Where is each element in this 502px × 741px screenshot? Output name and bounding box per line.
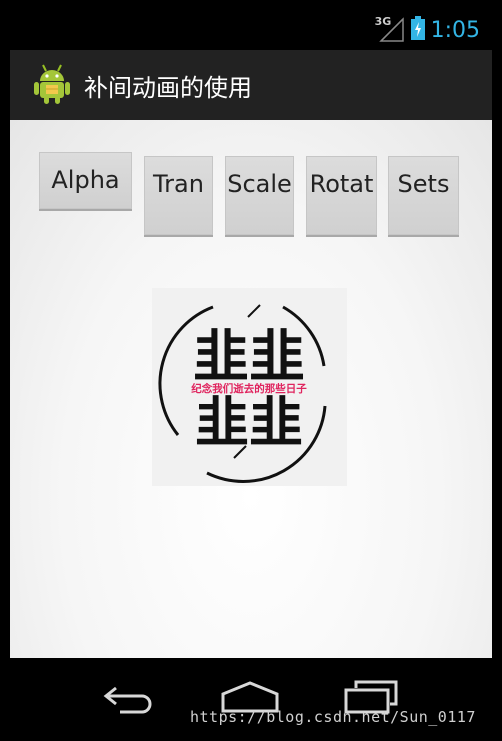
alpha-button[interactable]: Alpha	[39, 152, 132, 209]
logo-graphic: 韭韭 纪念我们逝去的那些日子 韭韭	[158, 304, 327, 483]
tran-button[interactable]: Tran	[144, 156, 213, 235]
watermark: https://blog.csdn.net/Sun_0117	[190, 708, 476, 726]
android-robot-icon[interactable]	[32, 63, 72, 109]
device-frame: 3G 1:05 补间动画的使用 Alpha Tran Scale Rotat S…	[0, 0, 502, 741]
animated-image: 韭韭 纪念我们逝去的那些日子 韭韭	[152, 288, 347, 486]
clock: 1:05	[430, 17, 480, 43]
sets-button[interactable]: Sets	[388, 156, 459, 235]
logo-bottom-text: 韭韭	[195, 391, 303, 454]
battery-icon	[410, 16, 425, 44]
app-title: 补间动画的使用	[84, 74, 252, 102]
rotat-button[interactable]: Rotat	[306, 156, 377, 235]
status-icons: 3G 1:05	[374, 15, 480, 44]
scale-button[interactable]: Scale	[225, 156, 294, 235]
logo-top-text: 韭韭	[193, 325, 305, 390]
signal-icon: 3G	[374, 15, 405, 43]
status-bar: 3G 1:05	[10, 10, 492, 50]
back-icon[interactable]	[102, 682, 156, 718]
network-type-label: 3G	[374, 15, 392, 28]
action-bar: 补间动画的使用	[10, 50, 492, 120]
main-content: Alpha Tran Scale Rotat Sets 韭韭 纪念我们逝去的那些…	[10, 120, 492, 658]
navigation-bar	[0, 658, 502, 741]
